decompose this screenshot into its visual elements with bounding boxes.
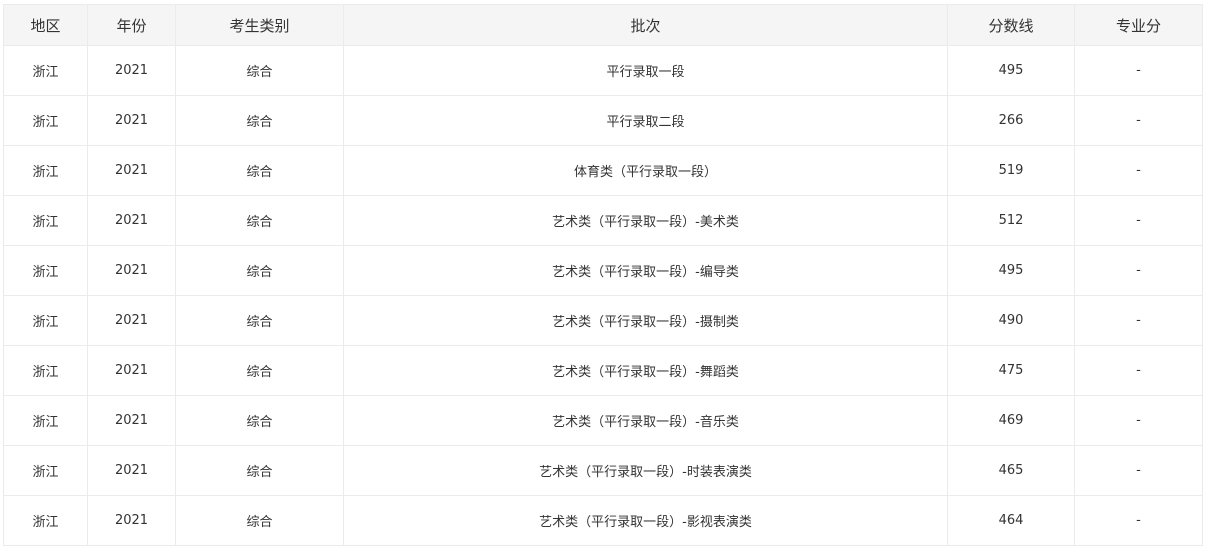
cell-major-score: -	[1074, 245, 1203, 296]
cell-batch: 艺术类（平行录取一段）-编导类	[343, 245, 948, 296]
cell-major-score: -	[1074, 445, 1203, 496]
table-row: 浙江 2021 综合 平行录取二段 266-	[3, 95, 1203, 146]
score-table: 地区 年份 考生类别 批次 分数线 专业分 浙江 2021 综合 平行录取一段 495-…	[3, 4, 1203, 546]
cell-score-line: 495	[947, 45, 1075, 96]
table-row: 浙江 2021 综合 艺术类（平行录取一段）-影视表演类 464-	[3, 495, 1203, 546]
table-row: 浙江 2021 综合 艺术类（平行录取一段）-摄制类 490-	[3, 295, 1203, 346]
cell-region: 浙江	[3, 445, 88, 496]
cell-score-line: 495	[947, 245, 1075, 296]
header-candidate-type: 考生类别	[175, 4, 344, 46]
cell-batch: 艺术类（平行录取一段）-美术类	[343, 195, 948, 246]
table-row: 浙江 2021 综合 艺术类（平行录取一段）-音乐类 469-	[3, 395, 1203, 446]
cell-candidate-type: 综合	[175, 95, 344, 146]
cell-batch: 艺术类（平行录取一段）-影视表演类	[343, 495, 948, 546]
cell-score-line: 464	[947, 495, 1075, 546]
header-region: 地区	[3, 4, 88, 46]
table-row: 浙江 2021 综合 平行录取一段 495-	[3, 45, 1203, 96]
cell-region: 浙江	[3, 195, 88, 246]
header-score-line: 分数线	[947, 4, 1075, 46]
cell-score-line: 512	[947, 195, 1075, 246]
cell-region: 浙江	[3, 45, 88, 96]
cell-major-score: -	[1074, 395, 1203, 446]
cell-major-score: -	[1074, 295, 1203, 346]
cell-score-line: 469	[947, 395, 1075, 446]
table-row: 浙江 2021 综合 艺术类（平行录取一段）-时装表演类 465-	[3, 445, 1203, 496]
header-major-score: 专业分	[1074, 4, 1203, 46]
cell-major-score: -	[1074, 95, 1203, 146]
cell-year: 2021	[87, 495, 176, 546]
cell-candidate-type: 综合	[175, 345, 344, 396]
cell-candidate-type: 综合	[175, 245, 344, 296]
cell-year: 2021	[87, 345, 176, 396]
cell-region: 浙江	[3, 245, 88, 296]
cell-batch: 平行录取二段	[343, 95, 948, 146]
cell-region: 浙江	[3, 345, 88, 396]
table-row: 浙江 2021 综合 体育类（平行录取一段） 519-	[3, 145, 1203, 196]
cell-year: 2021	[87, 395, 176, 446]
cell-candidate-type: 综合	[175, 395, 344, 446]
cell-year: 2021	[87, 445, 176, 496]
cell-year: 2021	[87, 145, 176, 196]
cell-batch: 艺术类（平行录取一段）-摄制类	[343, 295, 948, 346]
table-row: 浙江 2021 综合 艺术类（平行录取一段）-美术类 512-	[3, 195, 1203, 246]
cell-region: 浙江	[3, 395, 88, 446]
table-row: 浙江 2021 综合 艺术类（平行录取一段）-舞蹈类 475-	[3, 345, 1203, 396]
cell-score-line: 519	[947, 145, 1075, 196]
cell-major-score: -	[1074, 195, 1203, 246]
cell-major-score: -	[1074, 45, 1203, 96]
cell-candidate-type: 综合	[175, 145, 344, 196]
cell-year: 2021	[87, 195, 176, 246]
cell-region: 浙江	[3, 295, 88, 346]
header-year: 年份	[87, 4, 176, 46]
cell-batch: 平行录取一段	[343, 45, 948, 96]
cell-region: 浙江	[3, 145, 88, 196]
cell-batch: 艺术类（平行录取一段）-音乐类	[343, 395, 948, 446]
score-table-container: 地区 年份 考生类别 批次 分数线 专业分 浙江 2021 综合 平行录取一段 495-…	[3, 4, 1203, 546]
cell-major-score: -	[1074, 495, 1203, 546]
cell-region: 浙江	[3, 495, 88, 546]
cell-major-score: -	[1074, 145, 1203, 196]
cell-candidate-type: 综合	[175, 295, 344, 346]
cell-batch: 艺术类（平行录取一段）-时装表演类	[343, 445, 948, 496]
cell-year: 2021	[87, 45, 176, 96]
cell-batch: 体育类（平行录取一段）	[343, 145, 948, 196]
cell-score-line: 465	[947, 445, 1075, 496]
cell-year: 2021	[87, 245, 176, 296]
cell-candidate-type: 综合	[175, 195, 344, 246]
table-body: 浙江 2021 综合 平行录取一段 495- 浙江 2021 综合 平行录取二段 266- 浙江 20…	[3, 45, 1203, 546]
cell-year: 2021	[87, 95, 176, 146]
cell-candidate-type: 综合	[175, 45, 344, 96]
cell-candidate-type: 综合	[175, 495, 344, 546]
cell-major-score: -	[1074, 345, 1203, 396]
header-batch: 批次	[343, 4, 948, 46]
table-row: 浙江 2021 综合 艺术类（平行录取一段）-编导类 495-	[3, 245, 1203, 296]
cell-score-line: 490	[947, 295, 1075, 346]
cell-region: 浙江	[3, 95, 88, 146]
table-header-row: 地区 年份 考生类别 批次 分数线 专业分	[3, 4, 1203, 46]
cell-candidate-type: 综合	[175, 445, 344, 496]
cell-year: 2021	[87, 295, 176, 346]
cell-score-line: 475	[947, 345, 1075, 396]
cell-score-line: 266	[947, 95, 1075, 146]
cell-batch: 艺术类（平行录取一段）-舞蹈类	[343, 345, 948, 396]
